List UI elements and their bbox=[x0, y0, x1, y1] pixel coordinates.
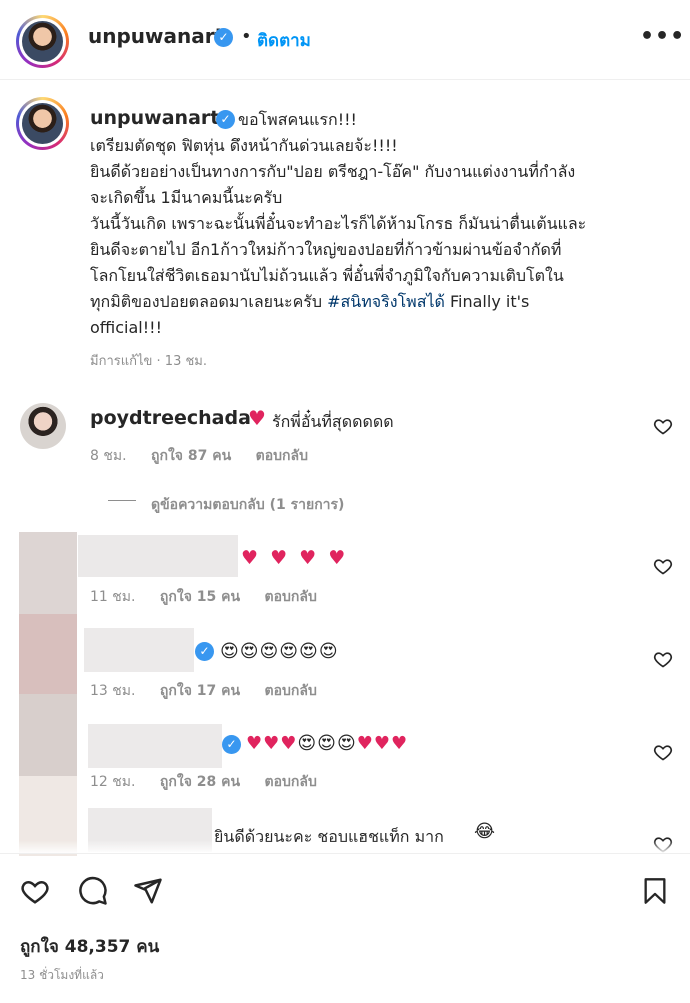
follow-button[interactable]: ติดตาม bbox=[257, 27, 311, 54]
hearts-emoji: ♥ ♥ ♥ ♥ bbox=[241, 547, 349, 569]
heart-outline-icon[interactable] bbox=[653, 742, 673, 762]
caption-line: จะเกิดขึ้น 1มีนาคมนี้นะครับ bbox=[90, 188, 283, 207]
comment-meta: 12 ชม. ถูกใจ 28 คน ตอบกลับ bbox=[90, 771, 337, 793]
view-replies-button[interactable]: ดูข้อความตอบกลับ (1 รายการ) bbox=[151, 494, 344, 516]
caption-line: เตรียมตัดชุด ฟิตหุ่น ดึงหน้ากันด่วนเลยจ้… bbox=[90, 136, 398, 155]
reply-button[interactable]: ตอบกลับ bbox=[256, 448, 308, 464]
comment-likes[interactable]: ถูกใจ 17 คน bbox=[160, 683, 240, 699]
heart-outline-icon[interactable] bbox=[20, 876, 50, 906]
comment-time: 13 ชม. bbox=[90, 683, 136, 699]
comment-time: 11 ชม. bbox=[90, 589, 136, 605]
caption-line: official!!! bbox=[90, 318, 162, 337]
verified-badge-icon: ✓ bbox=[222, 735, 241, 754]
caption-line: ยินดีจะตายไป อีก1ก้าวใหม่ก้าวใหญ่ของปอยท… bbox=[90, 240, 562, 259]
reply-button[interactable]: ตอบกลับ bbox=[265, 589, 317, 605]
comment-likes[interactable]: ถูกใจ 28 คน bbox=[160, 774, 240, 790]
footer-divider bbox=[0, 853, 690, 854]
post-time: 13 ชั่วโมงที่แล้ว bbox=[20, 968, 104, 982]
emoji-sequence: ♥♥♥😍😍😍♥♥♥ bbox=[246, 733, 408, 754]
reply-button[interactable]: ตอบกลับ bbox=[265, 683, 317, 699]
hashtag-link[interactable]: #สนิทจริงโพสได้ bbox=[327, 292, 445, 311]
comment-text: รักพี่อั๋นที่สุดดดดด bbox=[272, 412, 394, 431]
caption-line-last: ทุกมิติของปอยตลอดมาเลยนะครับ #สนิทจริงโพ… bbox=[90, 289, 675, 315]
header-separator: • bbox=[241, 26, 252, 47]
caption-text-suffix: Finally it's bbox=[444, 292, 530, 311]
verified-badge-icon: ✓ bbox=[214, 28, 233, 47]
comment-meta: 11 ชม. ถูกใจ 15 คน ตอบกลับ bbox=[90, 586, 337, 608]
post-header: unpuwanart ✓ • ติดตาม ••• bbox=[0, 0, 690, 80]
caption-line: ยินดีด้วยอย่างเป็นทางการกับ"ปอย ตรีชฎา-โ… bbox=[90, 162, 576, 181]
reply-button[interactable]: ตอบกลับ bbox=[265, 774, 317, 790]
caption-meta: มีการแก้ไข · 13 ชม. bbox=[90, 354, 207, 369]
heart-eyes-emoji: 😍😍😍😍😍😍 bbox=[220, 641, 339, 662]
heart-eyes-emoji: 😍😍😍 bbox=[297, 733, 357, 754]
comment-avatar[interactable] bbox=[20, 403, 66, 449]
hearts-emoji: ♥♥♥ bbox=[246, 733, 298, 754]
header-avatar[interactable] bbox=[16, 15, 69, 68]
verified-badge-icon: ✓ bbox=[195, 642, 214, 661]
caption-first-line: ขอโพสคนแรก!!! bbox=[238, 110, 357, 129]
caption-username[interactable]: unpuwanart bbox=[90, 107, 219, 129]
comment-time: 12 ชม. bbox=[90, 774, 136, 790]
scroll-fade bbox=[0, 840, 690, 854]
verified-badge-icon: ✓ bbox=[216, 110, 235, 129]
replies-divider bbox=[108, 500, 136, 501]
comment-time: 8 ชม. bbox=[90, 448, 127, 464]
caption-line: วันนี้วันเกิด เพราะฉะนั้นพี่อั๋นจะทำอะไร… bbox=[90, 214, 587, 233]
caption-text-prefix: ทุกมิติของปอยตลอดมาเลยนะครับ bbox=[90, 292, 328, 311]
blurred-avatar bbox=[19, 614, 77, 694]
comment-meta: 13 ชม. ถูกใจ 17 คน ตอบกลับ bbox=[90, 680, 337, 702]
bookmark-icon[interactable] bbox=[641, 876, 669, 906]
blurred-username bbox=[84, 628, 194, 672]
laughing-emoji: 😂 bbox=[474, 821, 496, 842]
caption-text: เตรียมตัดชุด ฟิตหุ่น ดึงหน้ากันด่วนเลยจ้… bbox=[90, 133, 675, 341]
heart-outline-icon[interactable] bbox=[653, 556, 673, 576]
more-options-icon[interactable]: ••• bbox=[640, 24, 685, 49]
blurred-avatar bbox=[19, 532, 77, 614]
header-username[interactable]: unpuwanart bbox=[88, 24, 224, 48]
comment-meta: 8 ชม. ถูกใจ 87 คน ตอบกลับ bbox=[90, 445, 328, 467]
blurred-avatar bbox=[19, 694, 77, 776]
comment-username[interactable]: poydtreechada bbox=[90, 407, 251, 429]
heart-outline-icon[interactable] bbox=[653, 649, 673, 669]
blurred-username bbox=[78, 535, 238, 577]
likes-count[interactable]: ถูกใจ 48,357 คน bbox=[20, 933, 159, 960]
blurred-username bbox=[88, 724, 222, 768]
comment-likes[interactable]: ถูกใจ 87 คน bbox=[151, 448, 231, 464]
hearts-emoji: ♥♥♥ bbox=[356, 733, 409, 754]
heart-outline-icon[interactable] bbox=[653, 416, 673, 436]
red-heart-emoji: ♥ bbox=[248, 406, 266, 430]
caption-avatar[interactable] bbox=[16, 97, 69, 150]
comment-icon[interactable] bbox=[78, 876, 108, 906]
caption-line: โลกโยนใส่ชีวิตเธอมานับไม่ถ้วนแล้ว พี่อั๋… bbox=[90, 266, 564, 285]
comment-likes[interactable]: ถูกใจ 15 คน bbox=[160, 589, 240, 605]
share-icon[interactable] bbox=[133, 876, 163, 906]
